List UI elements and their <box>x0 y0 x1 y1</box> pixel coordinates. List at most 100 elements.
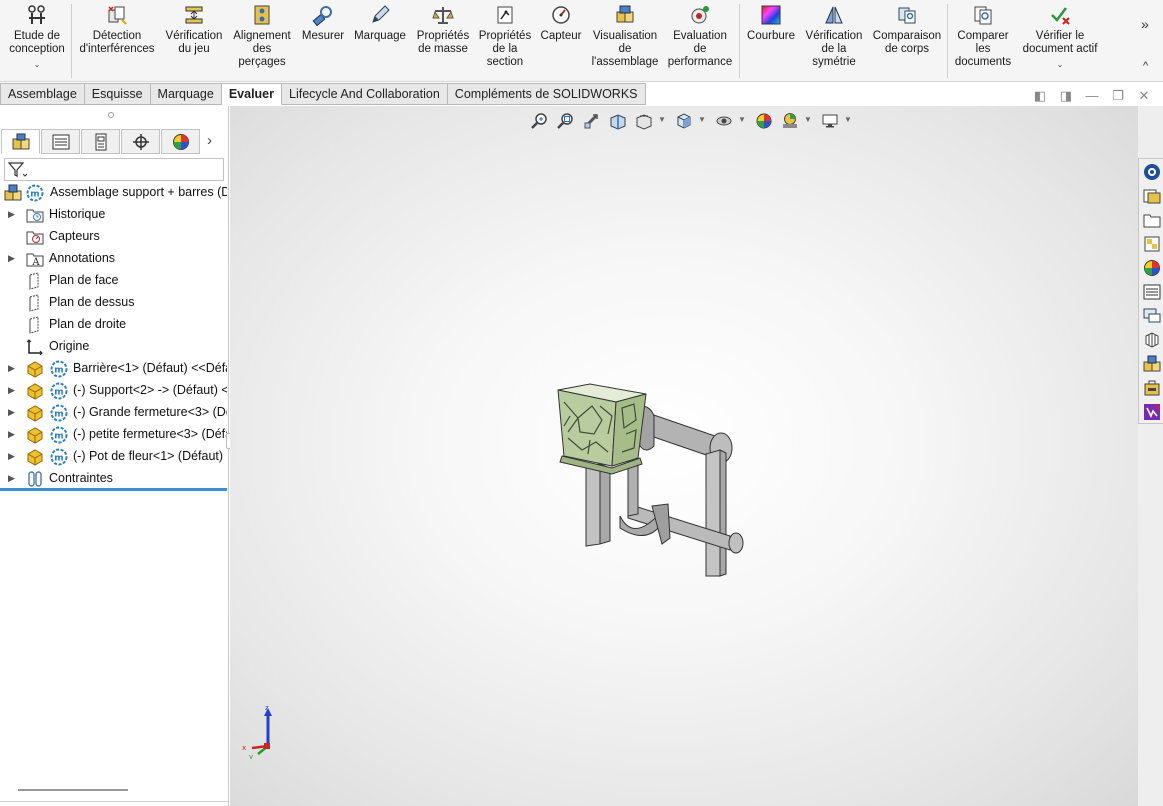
zoom-to-fit-icon[interactable] <box>530 111 550 131</box>
tab-lifecycle[interactable]: Lifecycle And Collaboration <box>282 83 448 105</box>
check-document-label: Vérifier le document actif <box>1022 30 1098 55</box>
tree-item-historique[interactable]: ▶ Historique <box>0 204 227 226</box>
3d-content-icon[interactable] <box>1141 329 1162 350</box>
chevron-down-icon[interactable]: ▼ <box>698 115 706 124</box>
custom-properties-icon[interactable] <box>1141 281 1162 302</box>
tree-item-support[interactable]: ▶ m (-) Support<2> -> (Défaut) <<Défaut>… <box>0 380 227 402</box>
expand-arrow-icon[interactable]: ▶ <box>8 209 15 220</box>
chevron-right-icon[interactable]: › <box>207 132 212 149</box>
curvature-button[interactable]: Courbure <box>744 4 798 43</box>
design-library-icon[interactable] <box>1141 185 1162 206</box>
chevron-down-icon[interactable]: ▼ <box>804 115 812 124</box>
tree-item-barriere[interactable]: ▶ m Barrière<1> (Défaut) <<Défaut>_État … <box>0 358 227 380</box>
tree-item-plan-de-face[interactable]: Plan de face <box>0 270 227 292</box>
expand-arrow-icon[interactable]: ▶ <box>8 363 15 374</box>
edit-appearance-icon[interactable] <box>754 111 774 131</box>
solidworks-resources-icon[interactable] <box>1141 161 1162 182</box>
scene-icon[interactable] <box>780 111 800 131</box>
chevron-down-icon[interactable]: ▼ <box>658 115 666 124</box>
solidworks-marketplace-icon[interactable] <box>1141 401 1162 422</box>
design-study-button[interactable]: Etude de conception ⌄ <box>8 4 66 71</box>
compare-documents-button[interactable]: Comparer les documents <box>952 4 1014 69</box>
expand-arrow-icon[interactable]: ▶ <box>8 253 15 264</box>
interference-detection-button[interactable]: Détection d'interférences <box>77 4 157 56</box>
tab-property-manager[interactable] <box>41 129 80 154</box>
view-palette-icon[interactable] <box>1141 233 1162 254</box>
section-properties-button[interactable]: Propriétés de la section <box>476 4 534 69</box>
section-view-icon[interactable] <box>608 111 628 131</box>
tree-item-origine[interactable]: Origine <box>0 336 227 358</box>
forum-icon[interactable] <box>1141 305 1162 326</box>
performance-evaluation-button[interactable]: Evaluation de performance <box>666 4 734 69</box>
tab-dimxpert-manager[interactable] <box>121 129 160 154</box>
tree-item-label: (-) petite fermeture<3> (Défaut) <<Défau… <box>73 427 227 441</box>
assembly-visualization-button[interactable]: Visualisation de l'assemblage <box>590 4 660 69</box>
horizontal-scrollbar[interactable] <box>18 789 128 791</box>
rollback-bar[interactable] <box>0 488 227 491</box>
tree-filter-bar[interactable] <box>4 158 224 181</box>
view-settings-icon[interactable] <box>820 111 840 131</box>
chevron-down-icon[interactable]: ⌄ <box>34 58 41 71</box>
sensor-icon <box>550 4 572 26</box>
assembly-library-icon[interactable] <box>1141 353 1162 374</box>
tab-assemblage[interactable]: Assemblage <box>0 83 85 105</box>
chevron-down-icon[interactable]: ⌄ <box>1057 58 1064 71</box>
dynamic-annotation-icon[interactable] <box>634 111 654 131</box>
expand-arrow-icon[interactable]: ▶ <box>8 385 15 396</box>
previous-view-icon[interactable] <box>582 111 602 131</box>
tab-marquage[interactable]: Marquage <box>150 83 222 105</box>
tree-item-annotations[interactable]: ▶ A Annotations <box>0 248 227 270</box>
tree-item-plan-de-dessus[interactable]: Plan de dessus <box>0 292 227 314</box>
expand-arrow-icon[interactable]: ▶ <box>8 429 15 440</box>
tree-item-capteurs[interactable]: Capteurs <box>0 226 227 248</box>
tab-evaluer[interactable]: Evaluer <box>221 83 282 105</box>
assembly-3d-model[interactable] <box>550 376 750 586</box>
hole-alignment-button[interactable]: Alignement des perçages <box>231 4 293 69</box>
check-active-document-button[interactable]: Vérifier le document actif ⌄ <box>1018 4 1102 71</box>
tree-item-petite-fermeture[interactable]: ▶ m (-) petite fermeture<3> (Défaut) <<D… <box>0 424 227 446</box>
next-window-icon[interactable]: ◨ <box>1058 88 1074 104</box>
annotations-icon: A <box>26 250 44 268</box>
measure-button[interactable]: Mesurer <box>300 4 346 43</box>
zoom-to-area-icon[interactable] <box>556 111 576 131</box>
minimize-icon[interactable]: — <box>1084 88 1100 104</box>
panel-grip[interactable] <box>108 112 114 118</box>
tab-esquisse[interactable]: Esquisse <box>84 83 151 105</box>
interference-label: Détection d'interférences <box>79 30 155 55</box>
chevron-down-icon[interactable]: ▼ <box>844 115 852 124</box>
previous-window-icon[interactable]: ◧ <box>1032 88 1048 104</box>
appearances-icon[interactable] <box>1141 257 1162 278</box>
compare-documents-label: Comparer les documents <box>954 30 1012 68</box>
expand-arrow-icon[interactable]: ▶ <box>8 407 15 418</box>
tree-item-label: Plan de droite <box>49 317 127 331</box>
toolbox-icon[interactable] <box>1141 377 1162 398</box>
view-orientation-icon[interactable] <box>674 111 694 131</box>
tab-complements[interactable]: Compléments de SOLIDWORKS <box>447 83 646 105</box>
tree-item-grande-fermeture[interactable]: ▶ m (-) Grande fermeture<3> (Défaut) <<D… <box>0 402 227 424</box>
collapse-ribbon-icon[interactable]: ^ <box>1143 60 1148 72</box>
graphics-area[interactable]: ▼ ▼ ▼ ▼ ▼ z x y <box>230 106 1138 806</box>
close-icon[interactable]: ✕ <box>1136 88 1152 104</box>
measure-icon <box>312 4 334 26</box>
chevron-down-icon[interactable]: ▼ <box>738 115 746 124</box>
ribbon-overflow-icon[interactable]: » <box>1141 16 1149 32</box>
clearance-verification-button[interactable]: Vérification du jeu <box>163 4 225 56</box>
compare-bodies-button[interactable]: Comparaison de corps <box>872 4 942 56</box>
restore-icon[interactable]: ❐ <box>1110 88 1126 104</box>
mass-properties-button[interactable]: Propriétés de masse <box>414 4 472 56</box>
symmetry-check-button[interactable]: Vérification de la symétrie <box>802 4 866 69</box>
tab-display-manager[interactable] <box>161 129 200 154</box>
tree-item-plan-de-droite[interactable]: Plan de droite <box>0 314 227 336</box>
file-explorer-icon[interactable] <box>1141 209 1162 230</box>
display-style-icon[interactable] <box>714 111 734 131</box>
tab-configuration-manager[interactable] <box>81 129 120 154</box>
sensor-button[interactable]: Capteur <box>538 4 584 43</box>
tree-root-assembly[interactable]: m Assemblage support + barres (Défaut<Dé… <box>0 182 227 204</box>
command-manager-tabs: Assemblage Esquisse Marquage Evaluer Lif… <box>0 83 646 105</box>
tree-item-pot-de-fleur[interactable]: ▶ m (-) Pot de fleur<1> (Défaut) <<Défau… <box>0 446 227 468</box>
markup-button[interactable]: Marquage <box>352 4 408 43</box>
expand-arrow-icon[interactable]: ▶ <box>8 473 15 484</box>
tab-feature-manager[interactable] <box>1 129 40 154</box>
tree-item-contraintes[interactable]: ▶ Contraintes <box>0 468 227 490</box>
expand-arrow-icon[interactable]: ▶ <box>8 451 15 462</box>
